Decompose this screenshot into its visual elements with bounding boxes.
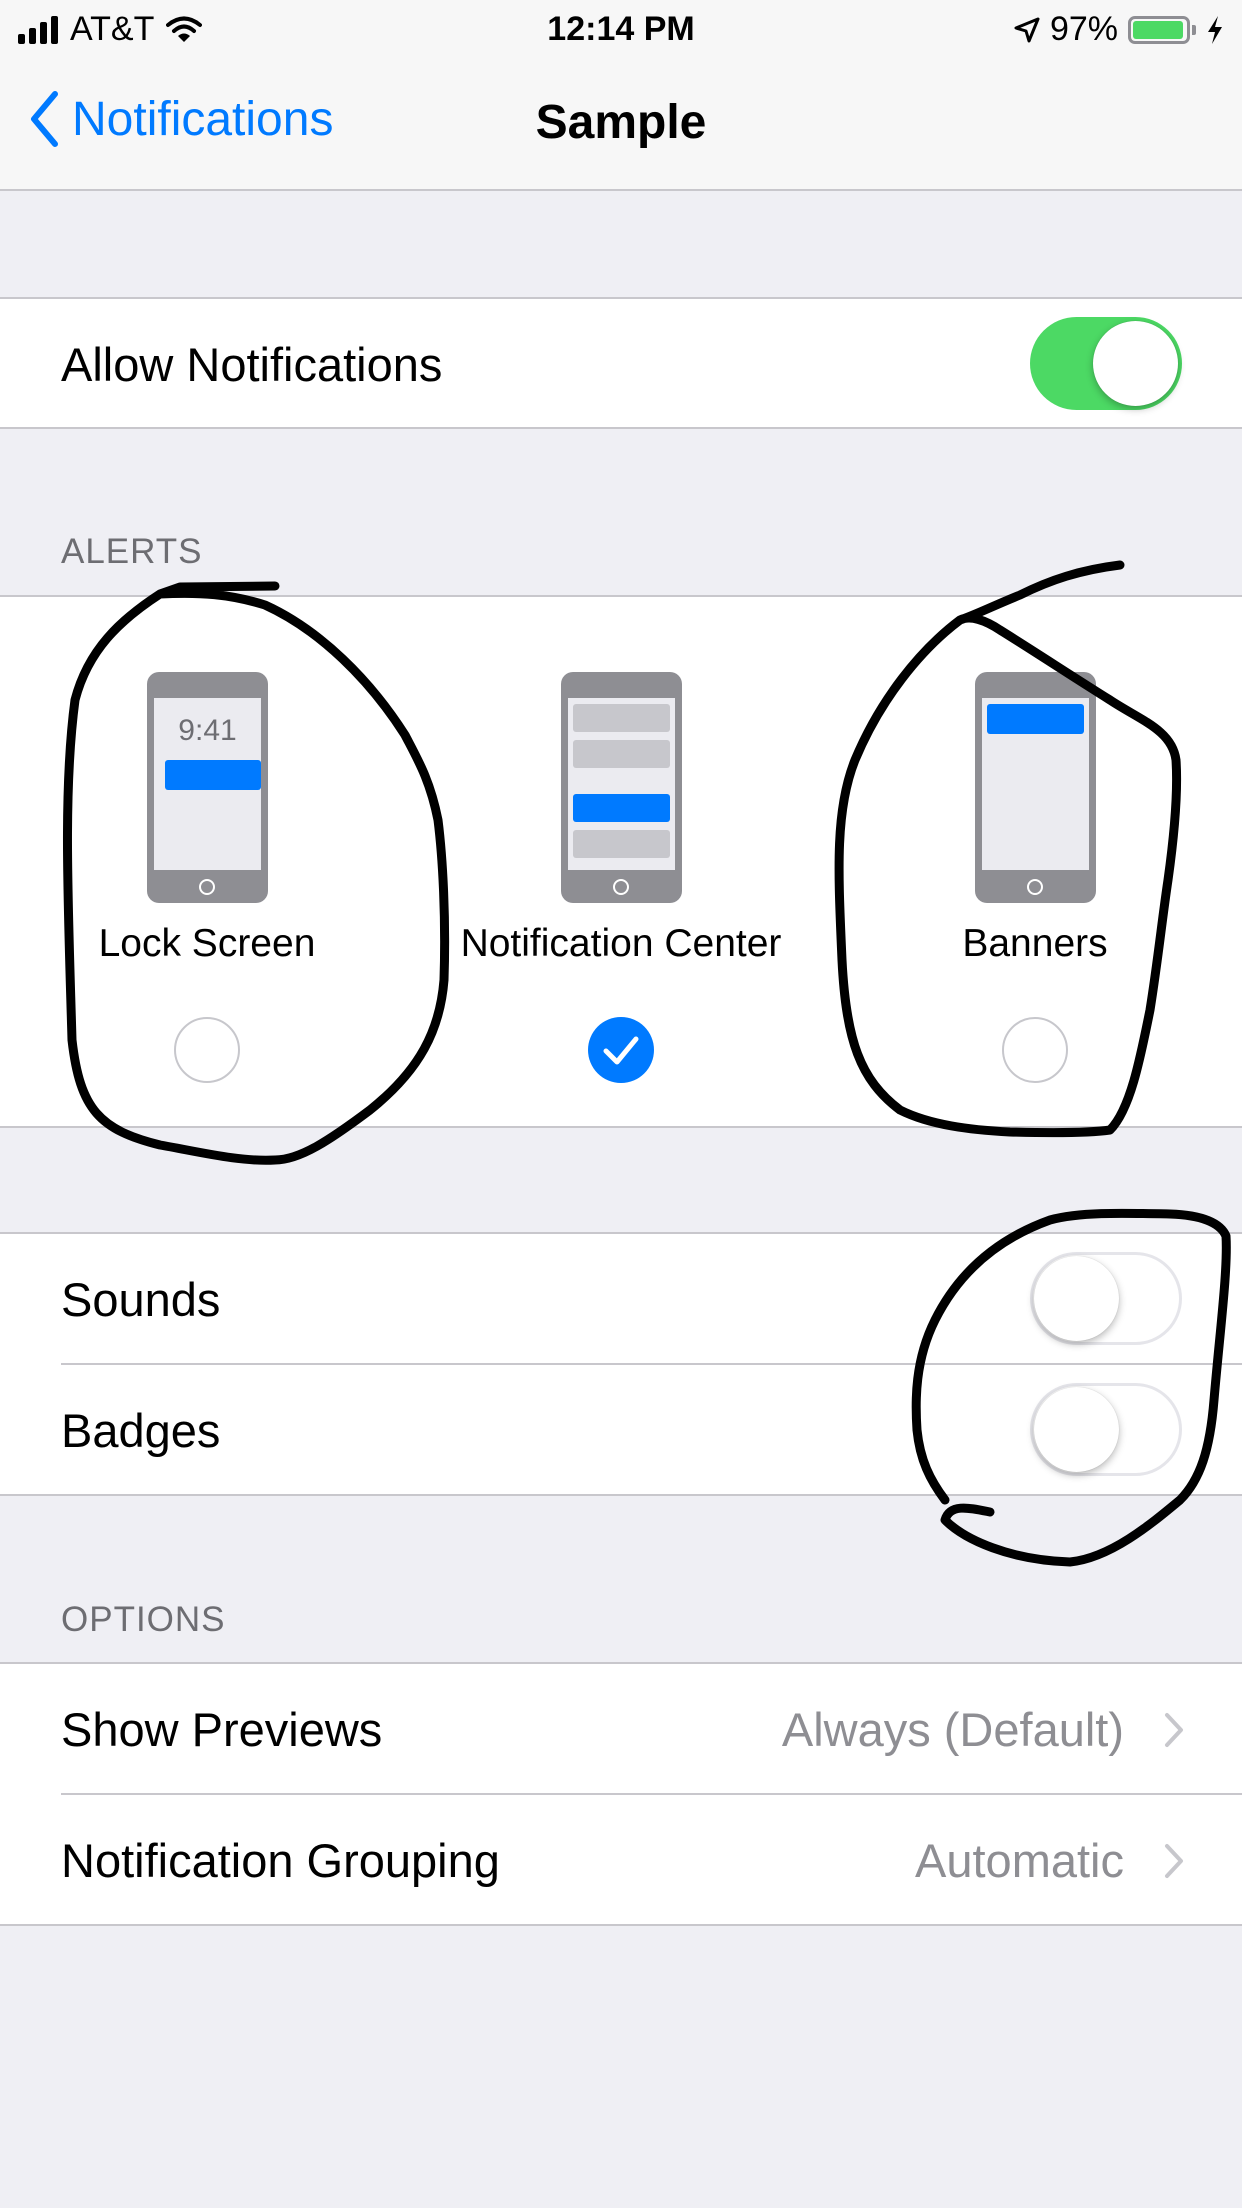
sounds-badges-group: Sounds Badges (0, 1232, 1242, 1496)
alert-option-lock-screen[interactable]: 9:41 Lock Screen (0, 597, 414, 1125)
alerts-section-header: ALERTS (61, 532, 203, 571)
show-previews-row[interactable]: Show Previews Always (Default) (0, 1664, 1242, 1795)
toggle-knob (1034, 1387, 1119, 1472)
battery-cap (1192, 24, 1196, 35)
checkmark-icon (603, 1036, 639, 1065)
sounds-label: Sounds (61, 1273, 221, 1326)
show-previews-label: Show Previews (61, 1703, 383, 1756)
chevron-right-icon (1165, 1844, 1183, 1878)
sounds-row: Sounds (0, 1234, 1242, 1365)
alerts-group: 9:41 Lock Screen Notification Center Ban… (0, 595, 1242, 1128)
options-section-header: OPTIONS (61, 1600, 226, 1639)
badges-toggle[interactable] (1030, 1383, 1182, 1476)
navigation-bar: Notifications Sample (0, 60, 1242, 191)
alert-option-notification-center[interactable]: Notification Center (414, 597, 828, 1125)
charging-bolt-icon (1208, 15, 1222, 44)
badges-label: Badges (61, 1404, 221, 1457)
notification-center-label: Notification Center (460, 922, 782, 965)
banners-radio[interactable] (1002, 1017, 1068, 1083)
allow-notifications-toggle[interactable] (1030, 317, 1182, 410)
lock-screen-time: 9:41 (178, 714, 237, 747)
notification-grouping-row[interactable]: Notification Grouping Automatic (0, 1795, 1242, 1926)
battery-percent: 97% (1049, 10, 1118, 48)
status-bar: AT&T 12:14 PM 97% (0, 0, 1242, 60)
allow-notifications-row: Allow Notifications (0, 299, 1242, 430)
lock-screen-phone-icon: 9:41 (147, 672, 268, 903)
notification-grouping-value: Automatic (915, 1834, 1124, 1887)
toggle-knob (1093, 321, 1178, 406)
options-group: Show Previews Always (Default) Notificat… (0, 1662, 1242, 1926)
badges-row: Badges (0, 1365, 1242, 1496)
toggle-knob (1034, 1256, 1119, 1341)
lock-screen-radio[interactable] (174, 1017, 240, 1083)
status-right: 97% (1014, 10, 1224, 49)
alert-option-banners[interactable]: Banners (828, 597, 1242, 1125)
notification-center-radio[interactable] (588, 1017, 654, 1083)
notification-grouping-label: Notification Grouping (61, 1834, 500, 1887)
sounds-toggle[interactable] (1030, 1252, 1182, 1345)
show-previews-value: Always (Default) (781, 1703, 1124, 1756)
location-arrow-icon (1014, 17, 1040, 42)
banners-label: Banners (962, 922, 1108, 965)
chevron-right-icon (1165, 1713, 1183, 1747)
allow-notifications-label: Allow Notifications (61, 338, 443, 391)
banners-phone-icon (975, 672, 1096, 903)
lock-screen-label: Lock Screen (98, 922, 316, 965)
notification-center-phone-icon (561, 672, 682, 903)
page-title: Sample (535, 96, 707, 149)
allow-notifications-group: Allow Notifications (0, 297, 1242, 429)
battery-icon (1128, 15, 1190, 44)
